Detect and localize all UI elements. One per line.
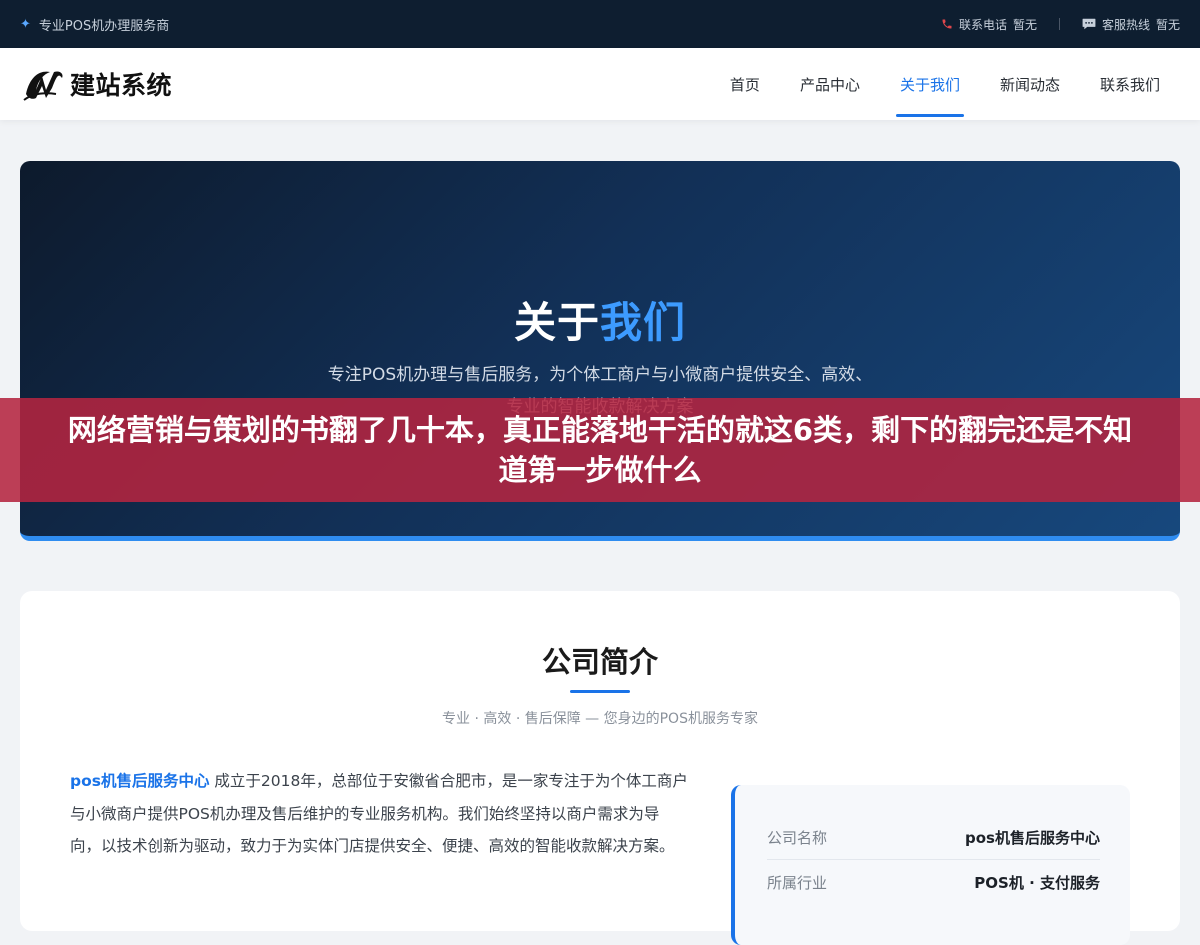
phone-icon [942,19,952,29]
site-logo[interactable]: 建站系统 [22,64,172,104]
info-label: 所属行业 [767,874,828,892]
logo-text: 建站系统 [70,71,173,100]
topbar-contacts: 联系电话 暂无 客服热线 暂无 [941,16,1180,33]
topbar-tagline-group: ✦ 专业POS机办理服务商 [20,15,169,34]
hero-title: 关于我们 [20,289,1180,350]
brand-name: pos机售后服务中心 [70,772,210,790]
hotline-label: 客服热线 [1101,17,1150,32]
main-nav: 首页 产品中心 关于我们 新闻动态 联系我们 [710,48,1180,120]
nav-news[interactable]: 新闻动态 [980,48,1080,120]
section-title: 公司简介 [541,645,658,679]
nav-products[interactable]: 产品中心 [780,48,880,120]
topbar-tagline: 专业POS机办理服务商 [38,18,170,34]
section-subtitle: 专业 · 高效 · 售后保障 — 您身边的POS机服务专家 [442,711,758,727]
nav-home[interactable]: 首页 [710,48,780,120]
hotline-contact[interactable]: 客服热线 暂无 [1082,16,1180,33]
site-header: 建站系统 首页 产品中心 关于我们 新闻动态 联系我们 [0,48,1200,120]
sparkle-icon: ✦ [20,16,31,32]
company-info-card: 公司名称 pos机售后服务中心 所属行业 POS机 · 支付服务 [731,785,1130,945]
hero-desc-line1: 专注POS机办理与售后服务，为个体工商户与小微商户提供安全、高效、 [327,365,873,385]
info-row-industry: 所属行业 POS机 · 支付服务 [767,860,1100,905]
title-underline [570,690,630,693]
hero-title-accent: 我们 [600,298,687,347]
chat-icon [1082,18,1096,30]
hero-title-plain: 关于 [513,298,600,347]
top-bar: ✦ 专业POS机办理服务商 联系电话 暂无 客服热线 暂无 [0,0,1200,48]
info-label: 公司名称 [767,828,828,847]
info-value: pos机售后服务中心 [965,828,1100,847]
phone-label: 联系电话 [958,17,1007,32]
phone-value: 暂无 [1012,17,1037,32]
info-value: POS机 · 支付服务 [974,874,1100,892]
topbar-divider [1058,18,1060,30]
info-row-company-name: 公司名称 pos机售后服务中心 [767,815,1100,860]
hotline-value: 暂无 [1155,17,1180,32]
logo-mark-icon [23,71,63,101]
intro-paragraph: pos机售后服务中心 成立于2018年，总部位于安徽省合肥市，是一家专注于为个体… [70,765,690,863]
banner-text: 网络营销与策划的书翻了几十本，真正能落地干活的就这6类，剩下的翻完还是不知道第一… [67,413,1133,487]
overlay-headline-banner: 网络营销与策划的书翻了几十本，真正能落地干活的就这6类，剩下的翻完还是不知道第一… [0,398,1200,502]
nav-contact[interactable]: 联系我们 [1080,48,1180,120]
company-intro-section: 公司简介 专业 · 高效 · 售后保障 — 您身边的POS机服务专家 pos机售… [20,591,1180,945]
nav-about[interactable]: 关于我们 [880,48,980,120]
phone-contact[interactable]: 联系电话 暂无 [941,16,1037,33]
